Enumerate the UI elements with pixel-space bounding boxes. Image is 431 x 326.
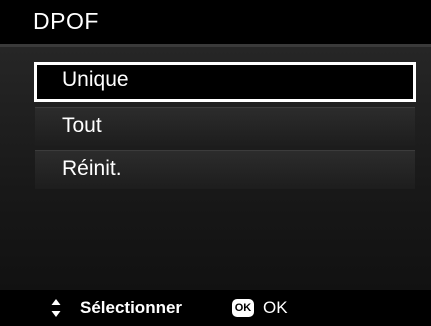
menu-item-label: Tout	[62, 114, 102, 137]
menu-item-unique[interactable]: Unique	[34, 62, 416, 102]
select-hint-label: Sélectionner	[80, 298, 183, 317]
footer-hint-bar: Sélectionner OK OK	[0, 290, 431, 326]
menu-item-label: Unique	[62, 68, 129, 91]
dpof-screen: DPOF Unique Tout Réinit. Sélectionner OK…	[0, 0, 431, 326]
menu-item-label: Réinit.	[62, 157, 122, 180]
menu-item-tout[interactable]: Tout	[35, 107, 415, 146]
page-title: DPOF	[33, 8, 99, 34]
title-bar: DPOF	[0, 0, 431, 44]
ok-hint-label: OK	[263, 298, 288, 317]
menu-panel: Unique Tout Réinit.	[0, 47, 431, 290]
menu-item-reinit[interactable]: Réinit.	[35, 150, 415, 189]
ok-button-icon: OK	[232, 299, 254, 317]
up-down-arrows-icon	[51, 299, 61, 317]
